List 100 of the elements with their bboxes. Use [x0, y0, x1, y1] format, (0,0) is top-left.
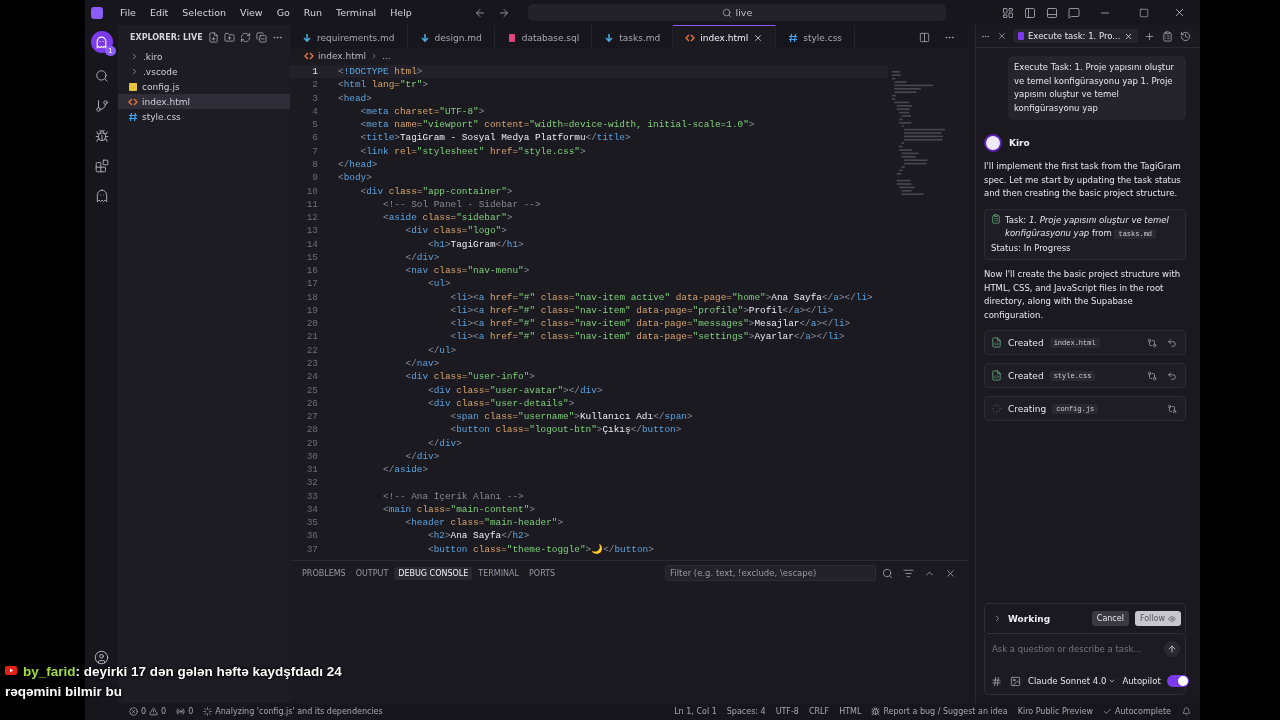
forward-button[interactable]	[497, 6, 510, 19]
explorer-item[interactable]: .vscode	[118, 64, 290, 79]
hash-icon[interactable]	[991, 675, 1002, 687]
refresh-icon[interactable]	[240, 31, 251, 43]
bell-icon[interactable]	[1182, 707, 1191, 716]
new-folder-icon[interactable]	[224, 31, 235, 43]
ghost-icon[interactable]	[94, 189, 109, 203]
chevron-icon	[370, 52, 378, 60]
menu-item[interactable]: Terminal	[331, 5, 382, 20]
problems-status[interactable]: 0 0	[129, 707, 167, 716]
error-icon	[129, 707, 138, 716]
autopilot-toggle[interactable]	[1166, 675, 1189, 687]
search-icon[interactable]	[882, 567, 893, 579]
report-bug-link[interactable]: Report a bug / Suggest an idea	[871, 707, 1008, 716]
layout-icon[interactable]	[1002, 6, 1014, 19]
status-item[interactable]: Ln 1, Col 1	[674, 707, 717, 716]
send-button[interactable]	[1164, 641, 1180, 657]
spinner-icon	[991, 403, 1002, 414]
clipboard-icon	[991, 213, 1001, 224]
menu-item[interactable]: Go	[271, 5, 295, 20]
panel-tab[interactable]: PORTS	[525, 566, 560, 580]
diff-icon[interactable]	[1147, 337, 1157, 348]
explorer-item[interactable]: config.js	[118, 79, 290, 94]
explorer-item[interactable]: index.html	[118, 94, 290, 109]
menu-item[interactable]: Edit	[144, 5, 174, 20]
undo-icon[interactable]	[1167, 370, 1177, 381]
filter-field[interactable]: Filter (e.g. text, !exclude, \escape)	[665, 565, 876, 581]
assistant-message: Now I'll create the basic project structure with HTML, CSS, and JavaScript files in the root directory, along with the Supabase configuration.	[984, 268, 1182, 322]
debug-icon[interactable]	[94, 129, 109, 143]
maximize-icon[interactable]	[1139, 7, 1149, 18]
split-editor-icon[interactable]	[919, 31, 930, 43]
code-line: </div>	[404, 450, 440, 462]
menu-item[interactable]: View	[235, 5, 268, 20]
panel-tab[interactable]: PROBLEMS	[298, 566, 350, 580]
cancel-button[interactable]: Cancel	[1091, 611, 1129, 626]
chat-input[interactable]: Ask a question or describe a task...	[990, 643, 1158, 655]
sidebar-toggle-icon[interactable]	[1024, 6, 1036, 19]
menu-item[interactable]: File	[115, 5, 141, 20]
close-icon[interactable]	[1173, 6, 1186, 19]
close-icon[interactable]	[997, 31, 1007, 41]
status-item[interactable]: Kiro Public Preview	[1017, 707, 1094, 716]
chat-tab-icon	[1018, 32, 1024, 40]
menu-item[interactable]: Help	[385, 5, 417, 20]
line-number: 28	[305, 424, 319, 436]
ports-status[interactable]: 0	[176, 707, 194, 716]
account-icon[interactable]	[94, 650, 109, 665]
file-code-icon	[991, 337, 1002, 348]
menu-item[interactable]: Run	[298, 5, 328, 20]
close-icon[interactable]	[945, 567, 956, 579]
warning-icon	[149, 707, 159, 716]
line-number: 10	[305, 185, 319, 197]
line-number: 11	[305, 198, 319, 210]
md-file-icon	[604, 32, 615, 43]
status-item[interactable]: CRLF	[808, 707, 830, 716]
back-button[interactable]	[473, 6, 486, 19]
line-number: 13	[305, 225, 319, 237]
autocomplete-status[interactable]: Autocomplete	[1103, 707, 1171, 716]
breadcrumb-item[interactable]: index.html	[318, 51, 366, 61]
command-search-field[interactable]: live	[527, 4, 946, 21]
extensions-icon[interactable]	[94, 159, 109, 173]
panel-tab[interactable]: TERMINAL	[474, 566, 524, 580]
diff-icon[interactable]	[1147, 370, 1157, 381]
editor-tab[interactable]: index.html	[673, 25, 777, 49]
chat-tab[interactable]: Execute task: 1. Pro...	[1013, 29, 1139, 43]
close-icon[interactable]	[1124, 31, 1134, 41]
follow-button[interactable]: Follow	[1134, 611, 1181, 626]
status-item[interactable]: HTML	[839, 707, 862, 716]
new-file-icon[interactable]	[208, 31, 219, 43]
code-line: <h1>TagiGram</h1>	[427, 238, 524, 250]
explorer-item[interactable]: .kiro	[118, 49, 290, 64]
code-line: <li><a href="#" class="nav-item active" data-page="home">Ana Sayfa</a></li>	[449, 291, 873, 303]
search-icon[interactable]	[94, 69, 109, 83]
history-icon[interactable]	[1180, 30, 1192, 42]
explorer-item[interactable]: style.css	[118, 109, 290, 124]
add-icon[interactable]	[1144, 30, 1156, 42]
assistant-name: Kiro	[1009, 138, 1030, 148]
breadcrumb-item[interactable]: ...	[382, 51, 391, 61]
task-status: Status: In Progress	[991, 241, 1072, 255]
code-line: <li><a href="#" class="nav-item" data-page="profile">Profil</a></li>	[449, 304, 834, 316]
undo-icon[interactable]	[1167, 337, 1177, 348]
antenna-icon	[176, 707, 186, 716]
line-number: 26	[305, 397, 319, 409]
check-icon	[1103, 707, 1113, 716]
code-line: <meta name="viewport" content="width=device-width, initial-scale=1.0">	[359, 119, 755, 131]
line-number: 21	[305, 331, 319, 343]
clipboard-icon[interactable]	[1162, 30, 1174, 42]
panel-tab[interactable]: DEBUG CONSOLE	[394, 566, 473, 580]
menu-item[interactable]: Selection	[177, 5, 232, 20]
panel-toggle-icon[interactable]	[1046, 6, 1058, 19]
status-item[interactable]: Spaces: 4	[726, 707, 766, 716]
status-item[interactable]: UTF-8	[775, 707, 799, 716]
code-line: </div>	[404, 251, 440, 263]
diff-icon[interactable]	[1167, 403, 1177, 414]
source-control-icon[interactable]	[94, 99, 109, 113]
collapse-icon[interactable]	[256, 31, 267, 43]
filter-list-icon[interactable]	[903, 567, 914, 579]
chat-icon[interactable]	[1068, 6, 1080, 19]
model-selector[interactable]: Claude Sonnet 4.0	[1028, 676, 1117, 686]
image-icon[interactable]	[1010, 675, 1021, 687]
panel-tab[interactable]: OUTPUT	[351, 566, 393, 580]
